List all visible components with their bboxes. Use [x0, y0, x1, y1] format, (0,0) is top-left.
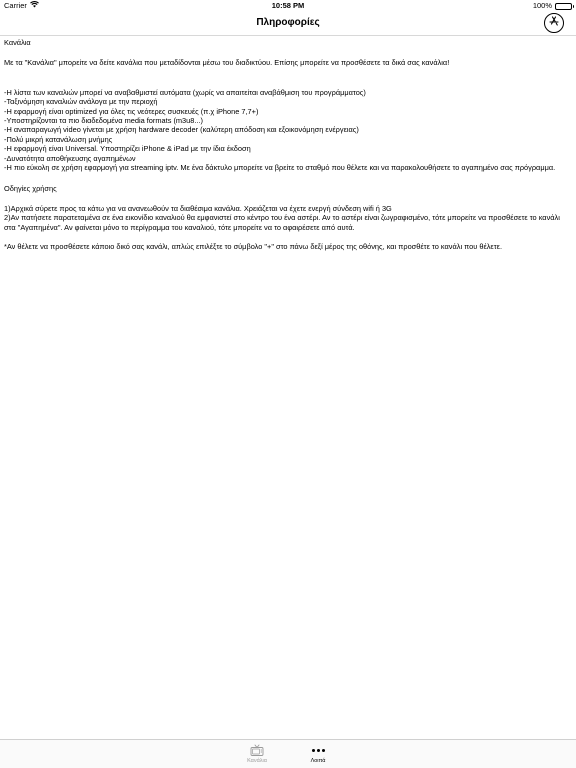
instruction-list: 1)Αρχικά σύρετε προς τα κάτω για να αναν…	[4, 204, 572, 232]
more-icon	[298, 742, 338, 758]
battery-icon	[555, 2, 574, 10]
status-right: 100%	[532, 0, 574, 12]
info-content: Κανάλια Με τα "Κανάλια" μπορείτε να δείτ…	[4, 38, 572, 252]
feature-item: -Η εφαρμογή είναι optimized για όλες τις…	[4, 106, 259, 116]
feature-item: -Δυνατότητα αποθήκευσης αγαπημένων	[4, 153, 136, 163]
intro-text: Με τα "Κανάλια" μπορείτε να δείτε κανάλι…	[4, 58, 450, 68]
navigation-bar: Πληροφορίες	[0, 12, 576, 36]
tab-channels[interactable]: Κανάλια	[237, 742, 277, 764]
feature-list: -Η λίστα των καναλιών μπορεί να αναβαθμι…	[4, 88, 572, 173]
page-title: Πληροφορίες	[256, 17, 320, 28]
status-bar: Carrier 10:58 PM 100%	[0, 0, 576, 12]
section-title-channels: Κανάλια	[4, 38, 31, 47]
feature-item: -Η εφαρμογή είναι Universal. Υποστηρίζει…	[4, 144, 251, 154]
tv-icon	[237, 742, 277, 758]
app-store-icon	[548, 14, 560, 32]
instruction-item: 1)Αρχικά σύρετε προς τα κάτω για να αναν…	[4, 203, 392, 213]
section-title-instructions: Οδηγίες χρήσης	[4, 184, 57, 194]
feature-item: -Η λίστα των καναλιών μπορεί να αναβαθμι…	[4, 87, 366, 97]
tab-more[interactable]: Λοιπά	[298, 742, 338, 764]
tab-channels-label: Κανάλια	[247, 758, 267, 764]
tab-more-label: Λοιπά	[310, 758, 326, 764]
battery-percent: 100%	[532, 1, 552, 10]
feature-item: -Η πιο εύκολη σε χρήση εφαρμογή για stre…	[4, 163, 556, 173]
instruction-item: 2)Αν πατήσετε παρατεταμένα σε ένα εικονί…	[4, 213, 560, 232]
tab-bar: Κανάλια Λοιπά	[0, 739, 576, 768]
feature-item: -Υποστηρίζονται τα πιο διαδεδομένα media…	[4, 116, 204, 126]
feature-item: -Πολύ μικρή κατανάλωση μνήμης	[4, 134, 113, 144]
feature-item: -Ταξινόμηση καναλιών ανάλογα με την περι…	[4, 97, 158, 107]
app-store-button[interactable]	[544, 13, 564, 33]
status-time: 10:58 PM	[271, 1, 305, 10]
feature-item: -Η αναπαραγωγή video γίνεται με χρήση ha…	[4, 125, 359, 135]
note-text: *Αν θέλετε να προσθέσετε κάποιο δικό σας…	[4, 242, 502, 252]
